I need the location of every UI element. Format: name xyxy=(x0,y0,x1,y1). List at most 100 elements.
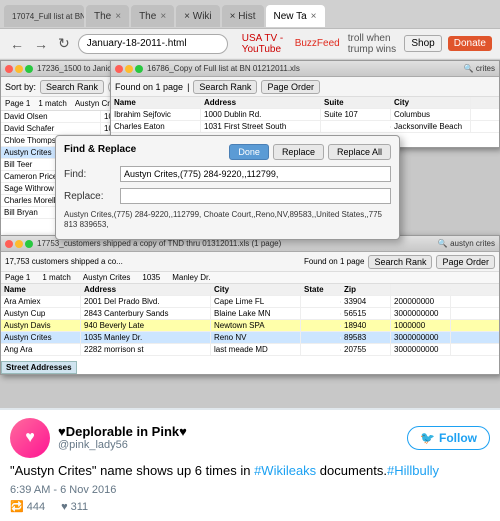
cell-city-highlight: Newtown SPA xyxy=(211,320,301,331)
tweet-wikileaks-link[interactable]: #Wikileaks xyxy=(254,463,316,478)
cell-name: Austyn Cup xyxy=(1,308,81,319)
tweet-header: ♥ ♥Deplorable in Pink♥ @pink_lady56 🐦 Fo… xyxy=(10,418,490,458)
col-city: City xyxy=(211,284,301,295)
replace-button[interactable]: Replace xyxy=(273,144,324,160)
cell-addr-crites: 1035 Manley Dr. xyxy=(81,332,211,343)
cell-addr: 2282 morrison st xyxy=(81,344,211,355)
tweet-timestamp: 6:39 AM - 6 Nov 2016 xyxy=(10,484,490,496)
twitter-bird-icon: 🐦 xyxy=(420,431,435,445)
max-dot-4[interactable] xyxy=(25,240,33,248)
col-addr: Address xyxy=(201,97,321,108)
col-extra xyxy=(391,289,451,291)
cell-city: Cape Lime FL xyxy=(211,296,301,307)
tab-3[interactable]: The × xyxy=(131,5,174,27)
tab-3-close[interactable]: × xyxy=(160,11,166,22)
tweet-actions: 🔁 444 ♥ 311 xyxy=(10,500,490,513)
back-button[interactable]: ← xyxy=(8,36,26,52)
shop-button[interactable]: Shop xyxy=(404,35,441,52)
cell-extra: 200000000 xyxy=(391,296,451,307)
cell-extra-highlight: 1000000 xyxy=(391,320,451,331)
table-row: Charles Eaton 1031 First Street South Ja… xyxy=(111,121,499,133)
win4-rank-btn[interactable]: Search Rank xyxy=(368,255,432,269)
win2-toolbar: Found on 1 page | Search Rank Page Order xyxy=(111,77,499,97)
cell-name: Ara Amiex xyxy=(1,296,81,307)
cell-city: last meade MD xyxy=(211,344,301,355)
avatar: ♥ xyxy=(10,418,50,458)
cell-state-crites xyxy=(301,337,341,339)
win1-search-rank-btn[interactable]: Search Rank xyxy=(40,80,104,94)
follow-button[interactable]: 🐦 Follow xyxy=(407,426,490,450)
find-input[interactable] xyxy=(120,166,391,182)
win4-search-area: 🔍 austyn crites xyxy=(438,239,495,248)
win1-page: Page 1 xyxy=(5,99,30,108)
col-name: Name xyxy=(1,284,81,295)
win4-detail: Manley Dr. xyxy=(172,273,210,282)
tab-2[interactable]: The × xyxy=(86,5,129,27)
tweet-container: ♥ ♥Deplorable in Pink♥ @pink_lady56 🐦 Fo… xyxy=(0,408,500,521)
tab-hist[interactable]: × Hist xyxy=(222,5,264,27)
like-action[interactable]: ♥ 311 xyxy=(61,501,88,513)
tab-wiki[interactable]: × Wiki xyxy=(176,5,220,27)
url-input[interactable] xyxy=(78,34,228,54)
win4-toolbar: 17,753 customers shipped a co... Found o… xyxy=(1,252,499,272)
cell-city-crites: Reno NV xyxy=(211,332,301,343)
cell-addr: 2001 Del Prado Blvd. xyxy=(81,296,211,307)
tab-2-label: The xyxy=(94,11,111,22)
tab-wiki-label: × Wiki xyxy=(184,11,212,22)
cell-name-highlight: Austyn Davis xyxy=(1,320,81,331)
tab-1-label: 17074_Full list at BN 0121... xyxy=(12,12,84,21)
cell-name: Ang Ara xyxy=(1,344,81,355)
min-dot-2[interactable] xyxy=(125,65,133,73)
win2-titlebar: 16786_Copy of Full list at BN 01212011.x… xyxy=(111,61,499,77)
street-addresses-label: Street Addresses xyxy=(1,361,77,374)
find-replace-dialog: Find & Replace Done Replace Replace All … xyxy=(55,135,400,240)
cell-name-crites: Austyn Crites xyxy=(1,332,81,343)
tab-1[interactable]: 17074_Full list at BN 0121... × xyxy=(4,5,84,27)
replace-input[interactable] xyxy=(120,188,391,204)
cell-city: Blaine Lake MN xyxy=(211,308,301,319)
retweet-icon: 🔁 xyxy=(10,500,24,513)
like-icon: ♥ xyxy=(61,501,68,513)
youtube-label: USA TV - YouTube xyxy=(242,33,287,55)
forward-button[interactable]: → xyxy=(32,36,50,52)
tabs-bar: 17074_Full list at BN 0121... × The × Th… xyxy=(0,0,500,28)
tab-new-close[interactable]: × xyxy=(311,11,317,22)
max-dot-2[interactable] xyxy=(135,65,143,73)
cell-suite: Suite 107 xyxy=(321,109,391,120)
cell-zip: 56515 xyxy=(341,308,391,319)
donate-button[interactable]: Donate xyxy=(448,36,492,51)
min-dot-4[interactable] xyxy=(15,240,23,248)
replace-row: Replace: xyxy=(64,188,391,204)
close-dot[interactable] xyxy=(5,65,13,73)
tweet-hillbully-link[interactable]: #Hillbully xyxy=(387,463,439,478)
min-dot[interactable] xyxy=(15,65,23,73)
table-row-highlight: Austyn Davis 940 Beverly Late Newtown SP… xyxy=(1,320,499,332)
main-area: 17236_1500 to Janice at BN 01180/2011.xl… xyxy=(0,60,500,521)
win4-order-btn[interactable]: Page Order xyxy=(436,255,495,269)
reload-button[interactable]: ↻ xyxy=(56,35,72,52)
cell-name: Ibrahim Sejfovic xyxy=(111,109,201,120)
cell-state xyxy=(301,301,341,303)
win2-search-rank[interactable]: Search Rank xyxy=(193,80,257,94)
win2-page-order[interactable]: Page Order xyxy=(261,80,320,94)
find-row: Find: xyxy=(64,166,391,182)
close-dot-4[interactable] xyxy=(5,240,13,248)
cell-addr: 1000 Dublin Rd. xyxy=(201,109,321,120)
close-dot-2[interactable] xyxy=(115,65,123,73)
tweet-text-part2: documents. xyxy=(316,463,387,478)
done-button[interactable]: Done xyxy=(229,144,269,160)
tab-new[interactable]: New Ta × xyxy=(266,5,325,27)
retweet-action[interactable]: 🔁 444 xyxy=(10,500,45,513)
address-bar: ← → ↻ USA TV - YouTube BuzzFeed troll wh… xyxy=(0,28,500,58)
tab-2-close[interactable]: × xyxy=(115,11,121,22)
win2-found: Found on 1 page xyxy=(115,82,183,92)
win4-subject: 17,753 customers shipped a co... xyxy=(5,257,123,266)
win4-header: Name Address City State Zip xyxy=(1,284,499,296)
replace-all-button[interactable]: Replace All xyxy=(328,144,391,160)
col-zip: Zip xyxy=(341,284,391,295)
max-dot[interactable] xyxy=(25,65,33,73)
cell-city: Jacksonville Beach xyxy=(391,121,471,132)
cell-addr: 2843 Canterbury Sands xyxy=(81,308,211,319)
buzzfeed-label: BuzzFeed xyxy=(295,38,340,49)
win4-content: Name Address City State Zip Ara Amiex 20… xyxy=(1,284,499,356)
